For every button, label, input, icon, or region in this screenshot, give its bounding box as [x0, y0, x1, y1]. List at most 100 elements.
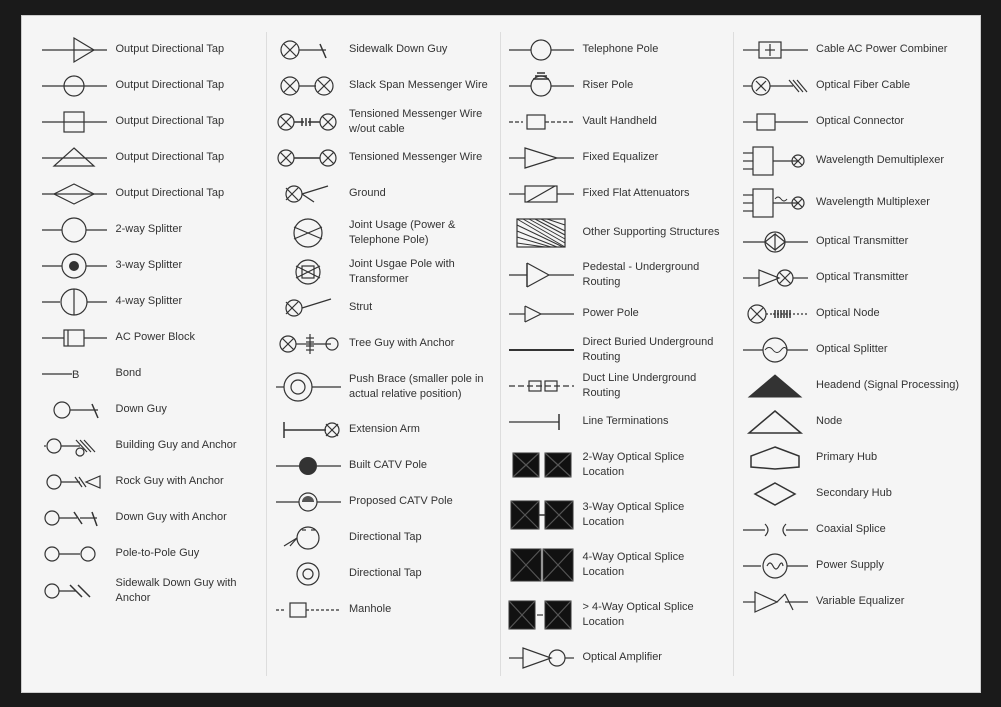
- symbol-fixed-equalizer: [507, 144, 577, 172]
- symbol-node: [740, 408, 810, 436]
- output-directional-tap-5: Output Directional Tap: [40, 176, 261, 212]
- optical-amplifier: Optical Amplifier: [507, 640, 728, 676]
- symbol-extension-arm: [273, 416, 343, 444]
- tree-guy-anchor: Tree Guy with Anchor: [273, 326, 494, 362]
- joint-usage: Joint Usage (Power & Telephone Pole): [273, 212, 494, 254]
- label-optical-transmitter-1: Optical Transmitter: [816, 234, 908, 248]
- symbol-optical-splitter: [740, 336, 810, 364]
- tensioned-messenger: Tensioned Messenger Wire: [273, 140, 494, 176]
- pole-to-pole-guy: Pole-to-Pole Guy: [40, 536, 261, 572]
- label-joint-usage-transformer: Joint Usgae Pole with Transformer: [349, 257, 494, 286]
- symbol-proposed-catv-pole: [273, 488, 343, 516]
- 2way-splitter: 2-way Splitter: [40, 212, 261, 248]
- wavelength-multiplexer: Wavelength Multiplexer: [740, 182, 962, 224]
- symbol-power-pole: [507, 300, 577, 328]
- label-4way-plus-optical-splice: > 4-Way Optical Splice Location: [583, 600, 728, 629]
- label-node: Node: [816, 414, 842, 428]
- symbol-cable-ac-power-combiner: [740, 36, 810, 64]
- secondary-hub: Secondary Hub: [740, 476, 962, 512]
- label-ac-power-block: AC Power Block: [116, 330, 195, 344]
- label-down-guy: Down Guy: [116, 402, 167, 416]
- symbol-optical-transmitter-2: [740, 264, 810, 292]
- label-variable-equalizer: Variable Equalizer: [816, 594, 904, 608]
- legend-container: Output Directional Tap Output Directiona…: [21, 15, 981, 693]
- label-pedestal-underground: Pedestal - Underground Routing: [583, 260, 728, 289]
- symbol-push-brace: [273, 365, 343, 409]
- label-sidewalk-down-guy: Sidewalk Down Guy: [349, 42, 447, 56]
- symbol-power-supply: [740, 552, 810, 580]
- symbol-tensioned-messenger: [273, 144, 343, 172]
- label-proposed-catv-pole: Proposed CATV Pole: [349, 494, 453, 508]
- label-headend: Headend (Signal Processing): [816, 378, 959, 392]
- symbol-directional-tap-1: [273, 524, 343, 552]
- column-2: Sidewalk Down Guy Slack Span Messenger W…: [267, 32, 501, 676]
- label-tensioned-messenger-wo: Tensioned Messenger Wire w/out cable: [349, 107, 494, 136]
- symbol-4way-optical-splice: [507, 543, 577, 587]
- symbol-output-directional-tap-5: [40, 180, 110, 208]
- 3way-optical-splice: 3-Way Optical Splice Location: [507, 490, 728, 540]
- symbol-4way-plus-optical-splice: [507, 593, 577, 637]
- ground: Ground: [273, 176, 494, 212]
- 4way-optical-splice: 4-Way Optical Splice Location: [507, 540, 728, 590]
- symbol-output-directional-tap-3: [40, 108, 110, 136]
- built-catv-pole: Built CATV Pole: [273, 448, 494, 484]
- extension-arm: Extension Arm: [273, 412, 494, 448]
- 3way-splitter: 3-way Splitter: [40, 248, 261, 284]
- symbol-4way-splitter: [40, 288, 110, 316]
- other-supporting-structures: Other Supporting Structures: [507, 212, 728, 254]
- label-other-supporting-structures: Other Supporting Structures: [583, 225, 720, 239]
- proposed-catv-pole: Proposed CATV Pole: [273, 484, 494, 520]
- symbol-3way-splitter: [40, 252, 110, 280]
- symbol-headend: [740, 372, 810, 400]
- label-ground: Ground: [349, 186, 386, 200]
- variable-equalizer: Variable Equalizer: [740, 584, 962, 620]
- optical-splitter: Optical Splitter: [740, 332, 962, 368]
- directional-tap-1: Directional Tap: [273, 520, 494, 556]
- label-fixed-flat-attenuators: Fixed Flat Attenuators: [583, 186, 690, 200]
- column-4: Cable AC Power Combiner Optical Fiber Ca…: [734, 32, 968, 676]
- symbol-riser-pole: [507, 72, 577, 100]
- svg-text:B: B: [72, 369, 79, 381]
- symbol-output-directional-tap-2: [40, 72, 110, 100]
- label-optical-splitter: Optical Splitter: [816, 342, 888, 356]
- symbol-direct-buried: [507, 336, 577, 364]
- symbol-duct-line-underground: [507, 372, 577, 400]
- symbol-directional-tap-2: [273, 560, 343, 588]
- label-down-guy-anchor: Down Guy with Anchor: [116, 510, 227, 524]
- column-3: Telephone Pole Riser Pole: [501, 32, 735, 676]
- sidewalk-down-guy: Sidewalk Down Guy: [273, 32, 494, 68]
- label-cable-ac-power-combiner: Cable AC Power Combiner: [816, 42, 947, 56]
- symbol-building-guy-anchor: [40, 432, 110, 460]
- node: Node: [740, 404, 962, 440]
- line-terminations: Line Terminations: [507, 404, 728, 440]
- label-output-directional-tap-3: Output Directional Tap: [116, 114, 225, 128]
- symbol-secondary-hub: [740, 480, 810, 508]
- coaxial-splice: Coaxial Splice: [740, 512, 962, 548]
- label-coaxial-splice: Coaxial Splice: [816, 522, 886, 536]
- output-directional-tap-4: Output Directional Tap: [40, 140, 261, 176]
- output-directional-tap-1: Output Directional Tap: [40, 32, 261, 68]
- optical-transmitter-1: Optical Transmitter: [740, 224, 962, 260]
- symbol-other-supporting-structures: [507, 215, 577, 251]
- building-guy-anchor: Building Guy and Anchor: [40, 428, 261, 464]
- label-power-pole: Power Pole: [583, 306, 639, 320]
- symbol-wavelength-multiplexer: [740, 185, 810, 221]
- optical-node: Optical Node: [740, 296, 962, 332]
- power-supply: Power Supply: [740, 548, 962, 584]
- label-output-directional-tap-5: Output Directional Tap: [116, 186, 225, 200]
- label-optical-connector: Optical Connector: [816, 114, 904, 128]
- symbol-optical-transmitter-1: [740, 228, 810, 256]
- label-extension-arm: Extension Arm: [349, 422, 420, 436]
- symbol-bond: B: [40, 360, 110, 388]
- label-power-supply: Power Supply: [816, 558, 884, 572]
- slack-span: Slack Span Messenger Wire: [273, 68, 494, 104]
- symbol-joint-usage: [273, 215, 343, 251]
- headend: Headend (Signal Processing): [740, 368, 962, 404]
- symbol-strut: [273, 294, 343, 322]
- symbol-optical-amplifier: [507, 644, 577, 672]
- label-4way-splitter: 4-way Splitter: [116, 294, 183, 308]
- symbol-down-guy: [40, 396, 110, 424]
- 2way-optical-splice: 2-Way Optical Splice Location: [507, 440, 728, 490]
- label-tensioned-messenger: Tensioned Messenger Wire: [349, 150, 482, 164]
- symbol-joint-usage-transformer: [273, 258, 343, 286]
